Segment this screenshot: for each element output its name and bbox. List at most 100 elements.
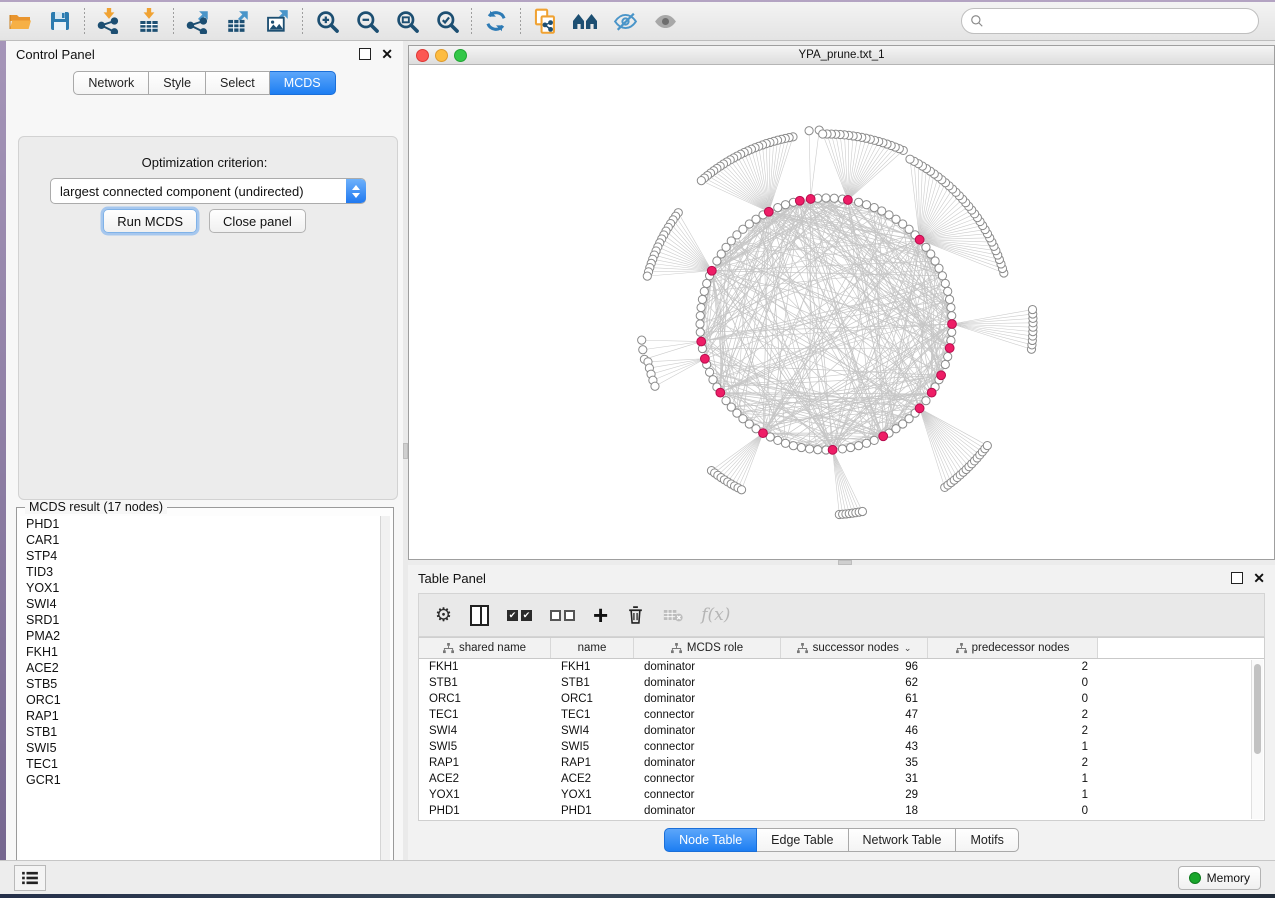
network-node[interactable] bbox=[945, 295, 953, 303]
tab-network[interactable]: Network bbox=[73, 71, 149, 95]
delete-column-button[interactable] bbox=[626, 605, 645, 625]
table-cell[interactable]: 61 bbox=[781, 691, 928, 707]
table-cell[interactable]: SWI5 bbox=[551, 739, 634, 755]
network-leaf-node[interactable] bbox=[1028, 305, 1036, 313]
network-leaf-node[interactable] bbox=[638, 336, 646, 344]
network-leaf-node[interactable] bbox=[819, 130, 827, 138]
table-cell[interactable]: 31 bbox=[781, 771, 928, 787]
column-header-shared-name[interactable]: shared name bbox=[419, 638, 551, 658]
table-cell[interactable]: RAP1 bbox=[551, 755, 634, 771]
network-window-titlebar[interactable]: YPA_prune.txt_1 bbox=[409, 46, 1274, 65]
column-header-name[interactable]: name bbox=[551, 638, 634, 658]
mcds-node[interactable] bbox=[707, 266, 716, 275]
table-cell[interactable]: ACE2 bbox=[551, 771, 634, 787]
table-cell[interactable]: SWI4 bbox=[419, 723, 551, 739]
network-node[interactable] bbox=[948, 312, 956, 320]
search-box[interactable] bbox=[961, 8, 1259, 34]
import-network-button[interactable] bbox=[89, 5, 129, 37]
mcds-node[interactable] bbox=[927, 388, 936, 397]
mcds-node[interactable] bbox=[716, 388, 725, 397]
network-node[interactable] bbox=[922, 243, 930, 251]
first-neighbors-button[interactable] bbox=[565, 5, 605, 37]
mcds-result-item[interactable]: ACE2 bbox=[20, 660, 381, 676]
network-node[interactable] bbox=[814, 446, 822, 454]
zoom-fit-button[interactable] bbox=[387, 5, 427, 37]
mcds-node[interactable] bbox=[945, 344, 954, 353]
network-node[interactable] bbox=[797, 443, 805, 451]
table-cell[interactable]: PHD1 bbox=[419, 803, 551, 819]
network-node[interactable] bbox=[846, 443, 854, 451]
table-cell[interactable]: SWI4 bbox=[551, 723, 634, 739]
network-node[interactable] bbox=[922, 397, 930, 405]
network-node[interactable] bbox=[698, 295, 706, 303]
network-node[interactable] bbox=[703, 279, 711, 287]
network-node[interactable] bbox=[830, 194, 838, 202]
hide-selected-button[interactable] bbox=[605, 5, 645, 37]
network-node[interactable] bbox=[941, 279, 949, 287]
network-leaf-node[interactable] bbox=[651, 382, 659, 390]
search-input[interactable] bbox=[984, 13, 1250, 29]
table-cell[interactable]: YOX1 bbox=[551, 787, 634, 803]
table-cell[interactable]: dominator bbox=[634, 659, 781, 675]
network-leaf-node[interactable] bbox=[983, 441, 991, 449]
network-node[interactable] bbox=[944, 353, 952, 361]
table-cell[interactable]: connector bbox=[634, 707, 781, 723]
table-row[interactable]: FKH1FKH1dominator962 bbox=[419, 659, 1264, 675]
network-node[interactable] bbox=[947, 303, 955, 311]
table-cell[interactable]: TEC1 bbox=[419, 707, 551, 723]
network-node[interactable] bbox=[713, 257, 721, 265]
create-column-button[interactable]: + bbox=[593, 605, 608, 625]
network-node[interactable] bbox=[789, 442, 797, 450]
tab-node-table[interactable]: Node Table bbox=[664, 828, 757, 852]
mcds-node[interactable] bbox=[879, 432, 888, 441]
mcds-result-item[interactable]: YOX1 bbox=[20, 580, 381, 596]
table-cell[interactable]: 96 bbox=[781, 659, 928, 675]
export-network-button[interactable] bbox=[178, 5, 218, 37]
network-node[interactable] bbox=[774, 203, 782, 211]
table-row[interactable]: SWI4SWI4dominator462 bbox=[419, 723, 1264, 739]
mcds-result-item[interactable]: STB1 bbox=[20, 724, 381, 740]
table-settings-button[interactable]: ⚙ bbox=[435, 606, 452, 625]
table-cell[interactable]: YOX1 bbox=[419, 787, 551, 803]
table-row[interactable]: RAP1RAP1dominator352 bbox=[419, 755, 1264, 771]
network-leaf-node[interactable] bbox=[805, 127, 813, 135]
mcds-result-item[interactable]: CAR1 bbox=[20, 532, 381, 548]
open-session-button[interactable] bbox=[0, 5, 40, 37]
network-node[interactable] bbox=[878, 207, 886, 215]
network-node[interactable] bbox=[705, 368, 713, 376]
table-cell[interactable]: SWI5 bbox=[419, 739, 551, 755]
table-cell[interactable]: 0 bbox=[928, 803, 1098, 819]
table-cell[interactable]: 43 bbox=[781, 739, 928, 755]
table-cell[interactable]: 1 bbox=[928, 771, 1098, 787]
select-all-button[interactable]: ✔✔ bbox=[507, 610, 532, 621]
network-node[interactable] bbox=[855, 198, 863, 206]
network-node[interactable] bbox=[870, 203, 878, 211]
network-leaf-node[interactable] bbox=[737, 486, 745, 494]
mcds-result-item[interactable]: RAP1 bbox=[20, 708, 381, 724]
table-cell[interactable]: STB1 bbox=[551, 675, 634, 691]
deselect-all-button[interactable] bbox=[550, 610, 575, 621]
tab-edge-table[interactable]: Edge Table bbox=[757, 828, 848, 852]
import-table-button[interactable] bbox=[129, 5, 169, 37]
network-node[interactable] bbox=[862, 201, 870, 209]
network-leaf-node[interactable] bbox=[639, 346, 647, 354]
network-node[interactable] bbox=[696, 312, 704, 320]
table-cell[interactable]: TEC1 bbox=[551, 707, 634, 723]
tab-select[interactable]: Select bbox=[206, 71, 270, 95]
table-cell[interactable]: 2 bbox=[928, 659, 1098, 675]
network-node[interactable] bbox=[805, 445, 813, 453]
apply-layout-button[interactable] bbox=[476, 5, 516, 37]
network-node[interactable] bbox=[781, 201, 789, 209]
table-cell[interactable]: STB1 bbox=[419, 675, 551, 691]
show-columns-button[interactable] bbox=[470, 605, 489, 626]
table-cell[interactable]: ACE2 bbox=[419, 771, 551, 787]
function-builder-button[interactable]: f(x) bbox=[701, 605, 730, 625]
table-cell[interactable]: 29 bbox=[781, 787, 928, 803]
network-leaf-node[interactable] bbox=[643, 272, 651, 280]
mcds-result-item[interactable]: SWI5 bbox=[20, 740, 381, 756]
table-cell[interactable]: RAP1 bbox=[419, 755, 551, 771]
mcds-result-item[interactable]: FKH1 bbox=[20, 644, 381, 660]
column-header-mcds-role[interactable]: MCDS role bbox=[634, 638, 781, 658]
export-image-button[interactable] bbox=[258, 5, 298, 37]
save-session-button[interactable] bbox=[40, 5, 80, 37]
